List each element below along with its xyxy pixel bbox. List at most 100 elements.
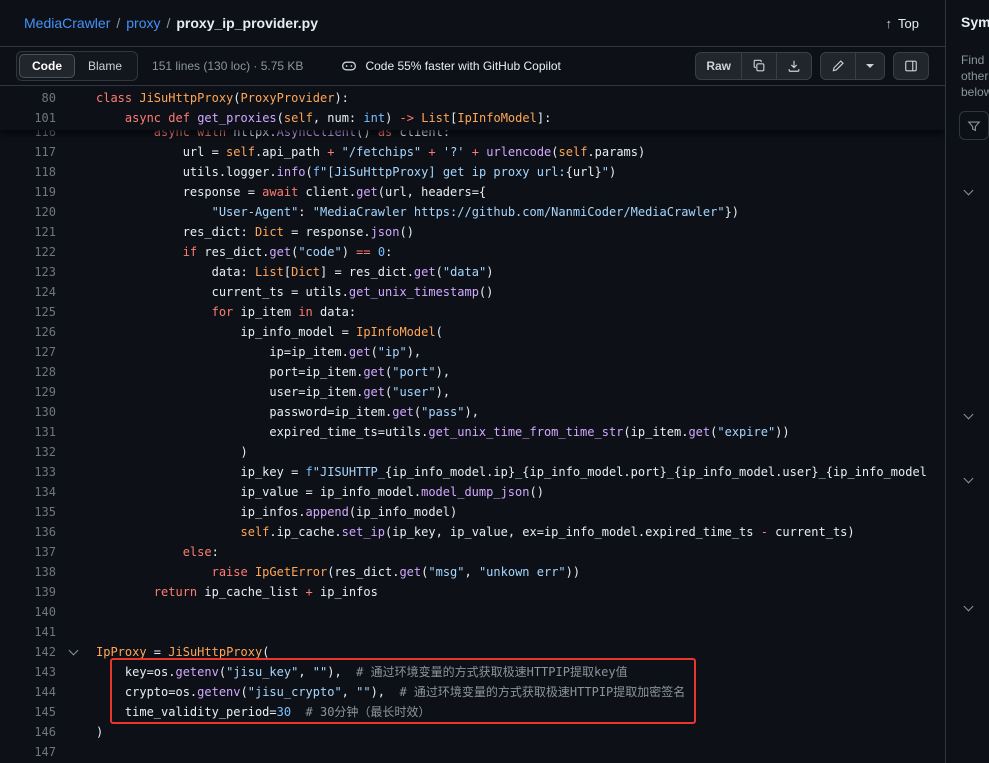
- code-text: response = await client.get(url, headers…: [66, 182, 486, 202]
- breadcrumb-path: MediaCrawler / proxy / proxy_ip_provider…: [24, 15, 318, 31]
- line-number[interactable]: 142: [0, 642, 66, 662]
- line-number[interactable]: 136: [0, 522, 66, 542]
- line-number[interactable]: 128: [0, 362, 66, 382]
- code-text: if res_dict.get("code") == 0:: [66, 242, 392, 262]
- code-text: expired_time_ts=utils.get_unix_time_from…: [66, 422, 790, 442]
- line-number[interactable]: 130: [0, 402, 66, 422]
- code-blame-switcher: Code Blame: [16, 51, 138, 81]
- chevron-down-icon: [964, 410, 974, 420]
- code-text: utils.logger.info(f"[JiSuHttpProxy] get …: [66, 162, 616, 182]
- code-text: ): [66, 722, 103, 742]
- tab-code[interactable]: Code: [19, 54, 75, 78]
- line-number[interactable]: 140: [0, 602, 66, 622]
- code-text: port=ip_item.get("port"),: [66, 362, 450, 382]
- code-line: 145 time_validity_period=30 # 30分钟（最长时效）: [0, 702, 945, 722]
- line-number[interactable]: 147: [0, 742, 66, 762]
- symbols-panel: Symbols Findotherbelow: [945, 0, 989, 763]
- line-number[interactable]: 125: [0, 302, 66, 322]
- line-number[interactable]: 144: [0, 682, 66, 702]
- code-text: key=os.getenv("jisu_key", ""), # 通过环境变量的…: [66, 662, 628, 682]
- code-text: [66, 602, 96, 622]
- breadcrumb-folder-link[interactable]: proxy: [126, 15, 160, 31]
- code-text: ip_info_model = IpInfoModel(: [66, 322, 443, 342]
- code-line: 132 ): [0, 442, 945, 462]
- filter-icon: [967, 119, 981, 133]
- line-number[interactable]: 129: [0, 382, 66, 402]
- code-line: 123 data: List[Dict] = res_dict.get("dat…: [0, 262, 945, 282]
- code-line: 138 raise IpGetError(res_dict.get("msg",…: [0, 562, 945, 582]
- code-line: 136 self.ip_cache.set_ip(ip_key, ip_valu…: [0, 522, 945, 542]
- line-number[interactable]: 133: [0, 462, 66, 482]
- raw-button[interactable]: Raw: [695, 52, 742, 80]
- arrow-up-icon: ↑: [886, 16, 893, 31]
- breadcrumb: MediaCrawler / proxy / proxy_ip_provider…: [0, 0, 945, 46]
- line-number[interactable]: 122: [0, 242, 66, 262]
- code-text: async def get_proxies(self, num: int) ->…: [66, 108, 551, 128]
- code-line: 101 async def get_proxies(self, num: int…: [0, 108, 945, 128]
- code-line: 143 key=os.getenv("jisu_key", ""), # 通过环…: [0, 662, 945, 682]
- copy-icon: [752, 59, 766, 73]
- code-text: url = self.api_path + "/fetchips" + '?' …: [66, 142, 645, 162]
- line-number[interactable]: 80: [0, 88, 66, 108]
- line-number[interactable]: 134: [0, 482, 66, 502]
- line-number[interactable]: 118: [0, 162, 66, 182]
- chevron-down-icon: [964, 186, 974, 196]
- code-text: return ip_cache_list + ip_infos: [66, 582, 378, 602]
- copilot-banner: Code 55% faster with GitHub Copilot: [341, 58, 560, 74]
- code-line: 117 url = self.api_path + "/fetchips" + …: [0, 142, 945, 162]
- code-text: time_validity_period=30 # 30分钟（最长时效）: [66, 702, 430, 722]
- edit-dropdown-button[interactable]: [856, 52, 885, 80]
- toolbar-actions: Raw: [695, 52, 929, 80]
- code-text: ip=ip_item.get("ip"),: [66, 342, 421, 362]
- line-number[interactable]: 146: [0, 722, 66, 742]
- code-line: 134 ip_value = ip_info_model.model_dump_…: [0, 482, 945, 502]
- top-label: Top: [898, 16, 919, 31]
- code-line: 133 ip_key = f"JISUHTTP_{ip_info_model.i…: [0, 462, 945, 482]
- symbols-filter-button[interactable]: [959, 111, 989, 140]
- line-number[interactable]: 121: [0, 222, 66, 242]
- back-to-top-link[interactable]: ↑ Top: [886, 16, 919, 31]
- line-number[interactable]: 101: [0, 108, 66, 128]
- code-text: class JiSuHttpProxy(ProxyProvider):: [66, 88, 349, 108]
- download-icon: [787, 59, 801, 73]
- code-line: 131 expired_time_ts=utils.get_unix_time_…: [0, 422, 945, 442]
- line-number[interactable]: 137: [0, 542, 66, 562]
- line-number[interactable]: 138: [0, 562, 66, 582]
- code-line: 121 res_dict: Dict = response.json(): [0, 222, 945, 242]
- code-line: 135 ip_infos.append(ip_info_model): [0, 502, 945, 522]
- code-line: 80class JiSuHttpProxy(ProxyProvider):: [0, 88, 945, 108]
- line-number[interactable]: 120: [0, 202, 66, 222]
- code-line: 129 user=ip_item.get("user"),: [0, 382, 945, 402]
- tab-blame[interactable]: Blame: [75, 54, 135, 78]
- line-number[interactable]: 127: [0, 342, 66, 362]
- code-text: ip_key = f"JISUHTTP_{ip_info_model.ip}_{…: [66, 462, 927, 482]
- line-number[interactable]: 132: [0, 442, 66, 462]
- raw-actions-group: Raw: [695, 52, 812, 80]
- code-line: 147: [0, 742, 945, 762]
- line-number[interactable]: 124: [0, 282, 66, 302]
- line-number[interactable]: 117: [0, 142, 66, 162]
- symbols-panel-description: Findotherbelow: [961, 52, 989, 100]
- breadcrumb-separator: /: [166, 15, 170, 31]
- line-number[interactable]: 123: [0, 262, 66, 282]
- line-number[interactable]: 119: [0, 182, 66, 202]
- code-line: 122 if res_dict.get("code") == 0:: [0, 242, 945, 262]
- line-number[interactable]: 139: [0, 582, 66, 602]
- edit-button[interactable]: [820, 52, 856, 80]
- line-number[interactable]: 126: [0, 322, 66, 342]
- code-line: 124 current_ts = utils.get_unix_timestam…: [0, 282, 945, 302]
- download-button[interactable]: [777, 52, 812, 80]
- line-number[interactable]: 145: [0, 702, 66, 722]
- symbols-panel-toggle-button[interactable]: [893, 52, 929, 80]
- line-number[interactable]: 131: [0, 422, 66, 442]
- code-line: 130 password=ip_item.get("pass"),: [0, 402, 945, 422]
- code-line: 144 crypto=os.getenv("jisu_crypto", ""),…: [0, 682, 945, 702]
- line-number[interactable]: 141: [0, 622, 66, 642]
- copy-button[interactable]: [742, 52, 777, 80]
- panel-icon: [904, 59, 918, 73]
- breadcrumb-file-name: proxy_ip_provider.py: [176, 15, 318, 31]
- breadcrumb-repo-link[interactable]: MediaCrawler: [24, 15, 110, 31]
- code-line: 141: [0, 622, 945, 642]
- line-number[interactable]: 143: [0, 662, 66, 682]
- line-number[interactable]: 135: [0, 502, 66, 522]
